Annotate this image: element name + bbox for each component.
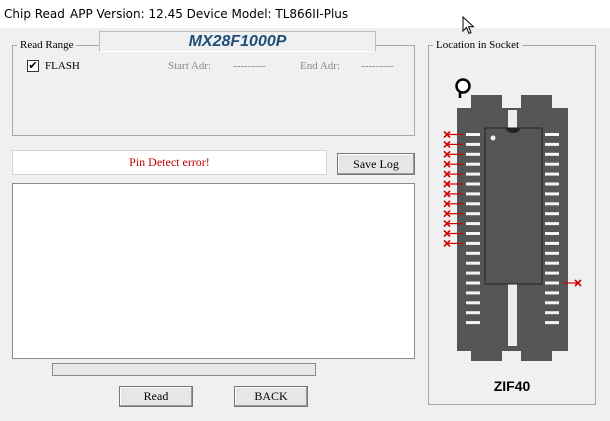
- socket-pin-right-7: [545, 192, 559, 196]
- socket-pin-right-18: [545, 301, 559, 305]
- socket-lever-knob: [455, 78, 471, 94]
- socket-pin-left-3: [466, 152, 480, 156]
- zif-socket-diagram: [443, 78, 582, 361]
- socket-bottom-tab-right: [521, 348, 552, 361]
- socket-pin-left-5: [466, 172, 480, 176]
- socket-pin-left-16: [466, 281, 480, 285]
- socket-pin-left-10: [466, 222, 480, 226]
- socket-pin-right-2: [545, 142, 559, 146]
- socket-pin-left-20: [466, 321, 480, 325]
- socket-top-tab-right: [521, 95, 552, 110]
- socket-type-label: ZIF40: [493, 378, 531, 394]
- socket-pin-left-2: [466, 142, 480, 146]
- socket-pin-left-11: [466, 232, 480, 235]
- socket-pin-right-17: [545, 291, 559, 295]
- socket-pin-right-16: [545, 281, 559, 285]
- socket-pin-right-1: [545, 133, 559, 136]
- socket-pin-left-6: [466, 182, 480, 186]
- socket-pin-left-15: [466, 271, 480, 275]
- socket-pin-left-8: [466, 202, 480, 206]
- socket-pin-right-8: [545, 202, 559, 206]
- socket-pin-left-17: [466, 291, 480, 295]
- socket-bottom-tab-left: [471, 348, 502, 361]
- socket-pin-right-12: [545, 241, 559, 245]
- socket-pin-right-14: [545, 261, 559, 265]
- socket-pin-left-13: [466, 251, 480, 255]
- socket-pin-left-1: [466, 133, 480, 136]
- chip-body: [484, 127, 543, 285]
- socket-pin-right-13: [545, 251, 559, 255]
- socket-pin-left-18: [466, 301, 480, 305]
- socket-pin-right-11: [545, 232, 559, 235]
- socket-pin-right-20: [545, 321, 559, 325]
- socket-pin-right-4: [545, 162, 559, 166]
- socket-pin-left-14: [466, 261, 480, 265]
- socket-pin-right-3: [545, 152, 559, 156]
- socket-top-tab-left: [471, 95, 502, 110]
- socket-pin-left-12: [466, 241, 480, 245]
- socket-pin-right-9: [545, 212, 559, 216]
- socket-pin-left-4: [466, 162, 480, 166]
- socket-pin-right-6: [545, 182, 559, 186]
- socket-pin-left-19: [466, 311, 480, 315]
- chip-pin1-dot: [490, 135, 496, 141]
- socket-pin-right-19: [545, 311, 559, 315]
- socket-pin-right-10: [545, 222, 559, 226]
- socket-pin-right-15: [545, 271, 559, 275]
- socket-pin-left-7: [466, 192, 480, 196]
- socket-pin-right-5: [545, 172, 559, 176]
- socket-pin-left-9: [466, 212, 480, 216]
